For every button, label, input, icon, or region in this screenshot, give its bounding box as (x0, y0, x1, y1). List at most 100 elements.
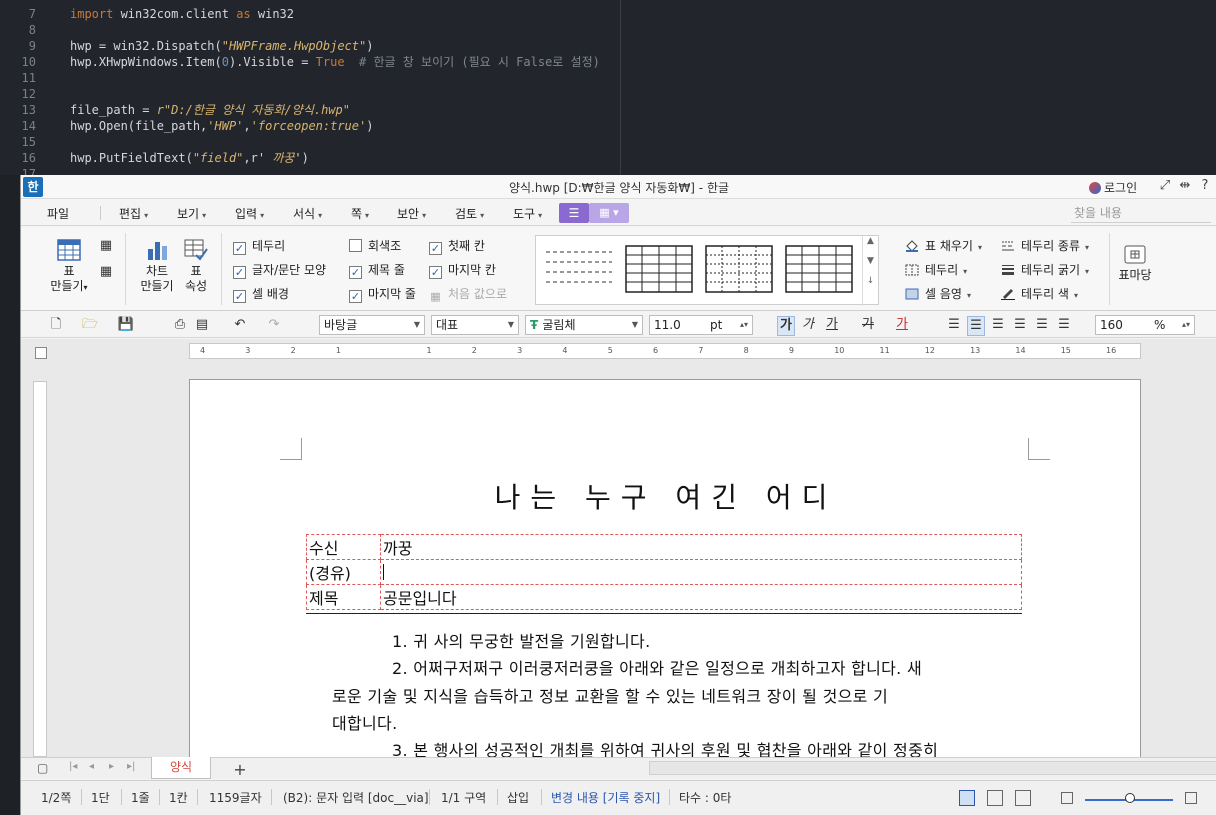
font-size-input[interactable]: 11.0 pt ▴▾ (649, 315, 753, 335)
status-section[interactable]: 1/1 구역 (441, 789, 486, 806)
paragraph-style-select[interactable]: 바탕글 ▼ (319, 315, 425, 335)
fullscreen-icon[interactable]: ⤢ (1157, 178, 1173, 193)
fit-page-icon[interactable] (1015, 790, 1031, 806)
table-style-grid[interactable] (624, 244, 694, 294)
table-style-gallery[interactable]: ▲ ▼ ↓ (535, 235, 879, 306)
paragraph-3[interactable]: 3. 본 행사의 성공적인 개최를 위하여 귀사의 후원 및 협찬을 아래와 같… (392, 737, 938, 757)
font-color-button[interactable]: 가 (893, 316, 911, 334)
border-button[interactable]: 테두리 ▾ (905, 261, 967, 278)
document-title[interactable]: 나는 누구 여긴 어디 (190, 476, 1140, 516)
horizontal-scrollbar[interactable] (649, 761, 1216, 775)
code-line[interactable]: 11 (0, 70, 620, 86)
table-style-dotted[interactable] (704, 244, 774, 294)
subject-value[interactable]: 공문입니다 (380, 584, 1022, 610)
status-track-changes[interactable]: 변경 내용 [기록 중지] (551, 789, 660, 806)
save-icon[interactable]: 💾 (117, 316, 135, 334)
table-edit-icon[interactable]: ▦ (97, 237, 115, 255)
ruler-corner-button[interactable] (35, 347, 47, 359)
new-document-icon[interactable]: 🗋 (47, 316, 65, 334)
option-checkbox[interactable]: ▦ 처음 값으로 (429, 285, 507, 304)
menu-file[interactable]: 파일 (47, 205, 69, 222)
print-icon[interactable]: ⎙ (171, 316, 189, 334)
subject-label[interactable]: 제목 (306, 584, 381, 610)
border-type-button[interactable]: 테두리 종류 ▾ (1001, 237, 1089, 254)
menu-insert[interactable]: 입력 ▾ (235, 205, 264, 222)
table-style-outline[interactable] (784, 244, 854, 294)
code-line[interactable]: 16 hwp.PutFieldText("field",r' 까꿍') (0, 150, 620, 166)
menu-view[interactable]: 보기 ▾ (177, 205, 206, 222)
zoom-slider-handle[interactable] (1125, 793, 1135, 803)
status-insert-mode[interactable]: 삽입 (507, 789, 529, 806)
table-fill-button[interactable]: 표 채우기 ▾ (905, 237, 982, 254)
border-color-button[interactable]: 테두리 색 ▾ (1001, 285, 1078, 302)
table-design-tab-icon[interactable]: ☰ (559, 203, 589, 223)
undo-icon[interactable]: ↶ (231, 316, 249, 334)
align-center-icon[interactable]: ☰ (989, 316, 1007, 334)
zoom-in-icon[interactable] (1185, 792, 1197, 804)
table-make-button[interactable]: 표 만들기▾ (49, 239, 89, 295)
option-checkbox[interactable]: ✓ 테두리 (233, 237, 285, 255)
option-checkbox[interactable]: ✓ 셀 배경 (233, 285, 289, 303)
code-line[interactable]: 9 hwp = win32.Dispatch("HWPFrame.HwpObjec… (0, 38, 620, 54)
align-distribute-icon[interactable]: ☰ (1033, 316, 1051, 334)
status-page[interactable]: 1/2쪽 (41, 789, 71, 806)
login-button[interactable]: 로그인 (1089, 179, 1137, 196)
code-line[interactable]: 14 hwp.Open(file_path,'HWP','forceopen:tr… (0, 118, 620, 134)
option-checkbox[interactable]: ✓ 마지막 줄 (349, 285, 416, 303)
language-select[interactable]: 대표 ▼ (431, 315, 519, 335)
menu-security[interactable]: 보안 ▾ (397, 205, 426, 222)
menu-edit[interactable]: 편집 ▾ (119, 205, 148, 222)
table-layout-tab-icon[interactable]: ▦ ▾ (589, 203, 629, 223)
menu-tools[interactable]: 도구 ▾ (513, 205, 542, 222)
code-line[interactable]: 12 (0, 86, 620, 102)
underline-button[interactable]: 가 (823, 316, 841, 334)
open-folder-icon[interactable]: 🗁 (81, 316, 99, 334)
menu-page[interactable]: 쪽 ▾ (351, 205, 369, 222)
help-icon[interactable]: ? (1197, 178, 1213, 193)
code-line[interactable]: 15 (0, 134, 620, 150)
prev-tab-icon[interactable]: ◂ (89, 761, 94, 772)
page-view-icon[interactable]: ▢ (37, 761, 48, 775)
option-checkbox[interactable]: ✓ 제목 줄 (349, 261, 405, 279)
align-justify-icon[interactable]: ☰ (945, 316, 963, 334)
option-checkbox[interactable]: 회색조 (349, 237, 401, 254)
strikethrough-button[interactable]: 가 (859, 316, 877, 334)
normal-view-icon[interactable] (959, 790, 975, 806)
paragraph-2-cont[interactable]: 로운 기술 및 지식을 습득하고 정보 교환을 할 수 있는 네트워크 장이 될… (332, 683, 888, 707)
paragraph-2[interactable]: 2. 어쩌구저쩌구 이러쿵저러쿵을 아래와 같은 일정으로 개최하고자 합니다.… (392, 655, 922, 679)
split-view-icon[interactable]: ⇹ (1177, 178, 1193, 193)
zoom-out-icon[interactable] (1061, 792, 1073, 804)
menu-review[interactable]: 검토 ▾ (455, 205, 484, 222)
paragraph-2-end[interactable]: 대합니다. (332, 710, 397, 734)
header-table[interactable]: 수신 까꿍 (경유) 제목 공문입니다 (306, 534, 1022, 610)
last-tab-icon[interactable]: ▸| (127, 761, 135, 772)
option-checkbox[interactable]: ✓ 마지막 칸 (429, 261, 496, 279)
document-page[interactable]: 나는 누구 여긴 어디 수신 까꿍 (경유) 제목 공문입니다 1. 귀 사의 … (189, 379, 1141, 757)
document-tab[interactable]: 양식 (151, 757, 211, 779)
first-tab-icon[interactable]: |◂ (69, 761, 77, 772)
menu-format[interactable]: 서식 ▾ (293, 205, 322, 222)
paragraph-1[interactable]: 1. 귀 사의 무궁한 발전을 기원합니다. (392, 628, 650, 652)
italic-button[interactable]: 가 (799, 316, 817, 334)
fit-width-icon[interactable] (987, 790, 1003, 806)
code-line[interactable]: 13 file_path = r"D:/한글 양식 자동화/양식.hwp" (0, 102, 620, 118)
via-label[interactable]: (경유) (306, 559, 381, 585)
cell-shade-button[interactable]: 셀 음영 ▾ (905, 285, 971, 302)
zoom-input[interactable]: 160% ▴▾ (1095, 315, 1195, 335)
gallery-scrollbar[interactable]: ▲ ▼ ↓ (862, 236, 878, 306)
redo-icon[interactable]: ↷ (265, 316, 283, 334)
add-tab-button[interactable]: + (229, 760, 251, 779)
chart-make-button[interactable]: 차트 만들기 (137, 239, 177, 294)
recipient-value[interactable]: 까꿍 (380, 534, 1022, 560)
preview-icon[interactable]: ▤ (193, 316, 211, 334)
recipient-label[interactable]: 수신 (306, 534, 381, 560)
table-mart-button[interactable]: 표마당 (1115, 243, 1155, 283)
font-select[interactable]: Ŧ 굴림체 ▼ (525, 315, 643, 335)
find-input[interactable]: 찾을 내용 (1071, 203, 1211, 223)
code-line[interactable]: 8 (0, 22, 620, 38)
table-props-button[interactable]: 표 속성 (177, 239, 215, 294)
align-split-icon[interactable]: ☰ (1055, 316, 1073, 334)
option-checkbox[interactable]: ✓ 첫째 칸 (429, 237, 485, 255)
code-line[interactable]: 7 import win32com.client as win32 (0, 6, 620, 22)
via-value[interactable] (380, 559, 1022, 585)
